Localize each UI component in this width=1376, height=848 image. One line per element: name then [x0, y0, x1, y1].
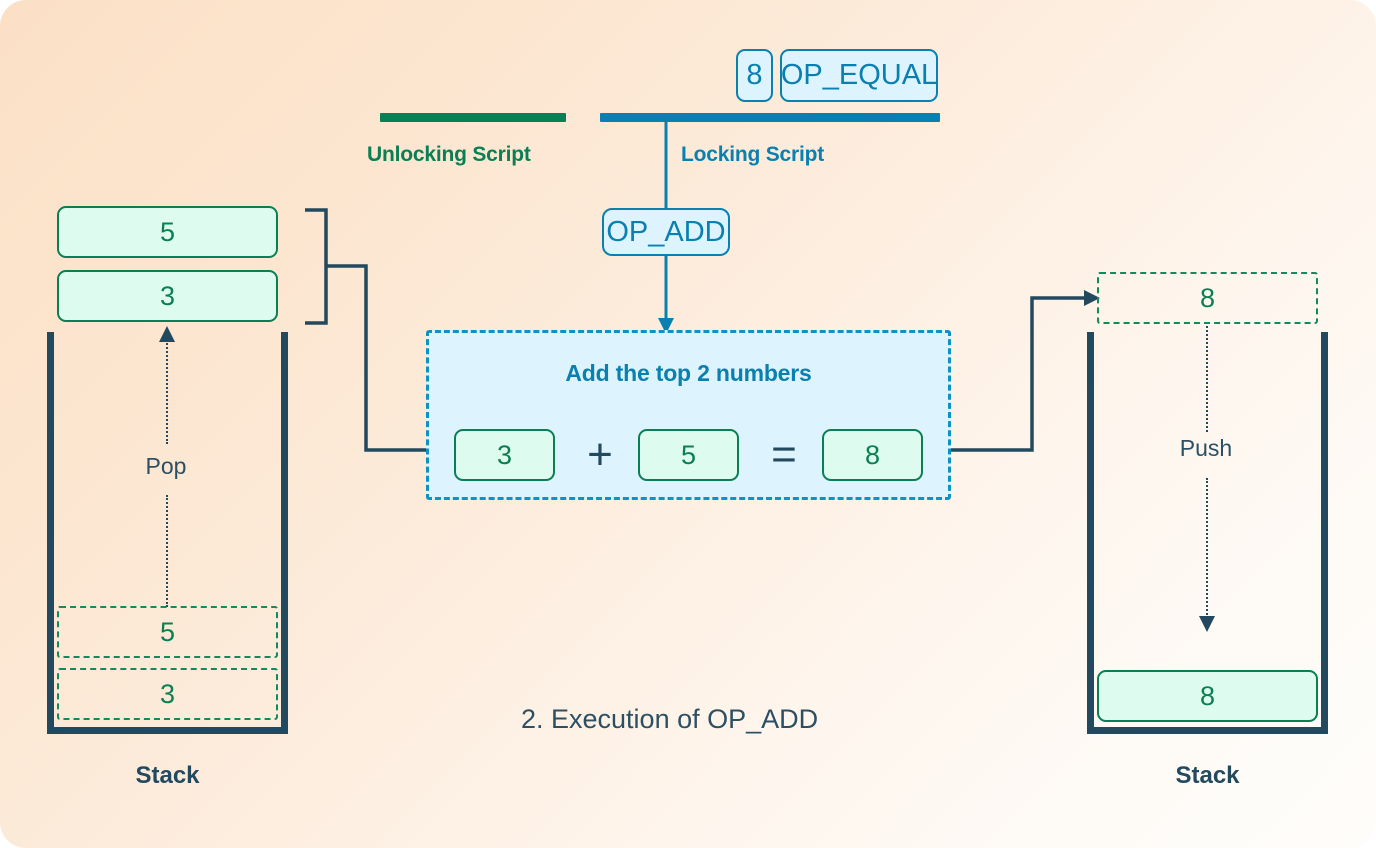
- right-stack-push-line-lower: [1206, 478, 1208, 618]
- locking-script-item-op-equal-label: OP_EQUAL: [780, 59, 938, 91]
- right-stack-pushed-item: 8: [1097, 670, 1318, 722]
- equals-symbol: =: [771, 430, 797, 479]
- left-stack-popped-item-1: 3: [57, 270, 278, 322]
- diagram-canvas: 8 OP_EQUAL Unlocking Script Locking Scri…: [0, 0, 1376, 848]
- compute-operand-1-value: 5: [680, 439, 697, 470]
- compute-panel-title: Add the top 2 numbers: [565, 360, 812, 386]
- left-stack-move-label: Pop: [145, 453, 187, 479]
- equals-icon: =: [757, 429, 811, 481]
- right-stack-wall-right: [1321, 332, 1328, 734]
- compute-operand-0: 3: [454, 429, 555, 481]
- left-stack-caption: Stack: [135, 762, 200, 789]
- compute-panel: Add the top 2 numbers 3 + 5 = 8: [426, 330, 951, 500]
- locking-script-bar: [600, 113, 940, 122]
- left-stack-wall-left: [47, 332, 54, 734]
- unlocking-script-label: Unlocking Script: [367, 143, 531, 166]
- left-stack-popped-item-0: 5: [57, 206, 278, 258]
- locking-script-item-8[interactable]: 8: [736, 49, 773, 102]
- executing-op-label: OP_ADD: [606, 215, 726, 248]
- right-stack-caption: Stack: [1175, 762, 1240, 789]
- compute-result-value: 8: [864, 439, 881, 470]
- locking-script-item-op-equal[interactable]: OP_EQUAL: [780, 49, 938, 102]
- right-stack-incoming-item-value: 8: [1199, 282, 1216, 313]
- right-stack-pushed-item-value: 8: [1199, 680, 1216, 711]
- left-stack-pop-line-lower: [166, 495, 168, 607]
- compute-operand-1: 5: [638, 429, 739, 481]
- left-stack-ghost-item-0-value: 5: [159, 616, 176, 647]
- right-stack-wall-bottom: [1087, 727, 1328, 734]
- right-stack-move-label: Push: [1179, 435, 1233, 461]
- right-stack-wall-left: [1087, 332, 1094, 734]
- plus-icon: +: [573, 429, 627, 481]
- left-stack-wall-bottom: [47, 727, 288, 734]
- right-stack-incoming-item: 8: [1097, 272, 1318, 324]
- plus-symbol: +: [587, 430, 613, 479]
- left-stack-ghost-item-1-value: 3: [159, 678, 176, 709]
- right-stack-push-line-upper: [1206, 326, 1208, 432]
- left-stack-pop-line-upper: [166, 340, 168, 444]
- unlocking-script-bar: [380, 113, 566, 122]
- executing-op-chip[interactable]: OP_ADD: [602, 208, 730, 256]
- left-stack-ghost-item-0: 5: [57, 606, 278, 658]
- left-stack-wall-right: [281, 332, 288, 734]
- left-stack-popped-item-0-value: 5: [159, 216, 176, 247]
- left-stack-popped-item-1-value: 3: [159, 280, 176, 311]
- compute-result: 8: [822, 429, 923, 481]
- left-stack-ghost-item-1: 3: [57, 668, 278, 720]
- compute-operand-0-value: 3: [496, 439, 513, 470]
- figure-caption: 2. Execution of OP_ADD: [521, 704, 819, 734]
- locking-script-label: Locking Script: [681, 143, 825, 166]
- locking-script-item-8-label: 8: [746, 59, 763, 91]
